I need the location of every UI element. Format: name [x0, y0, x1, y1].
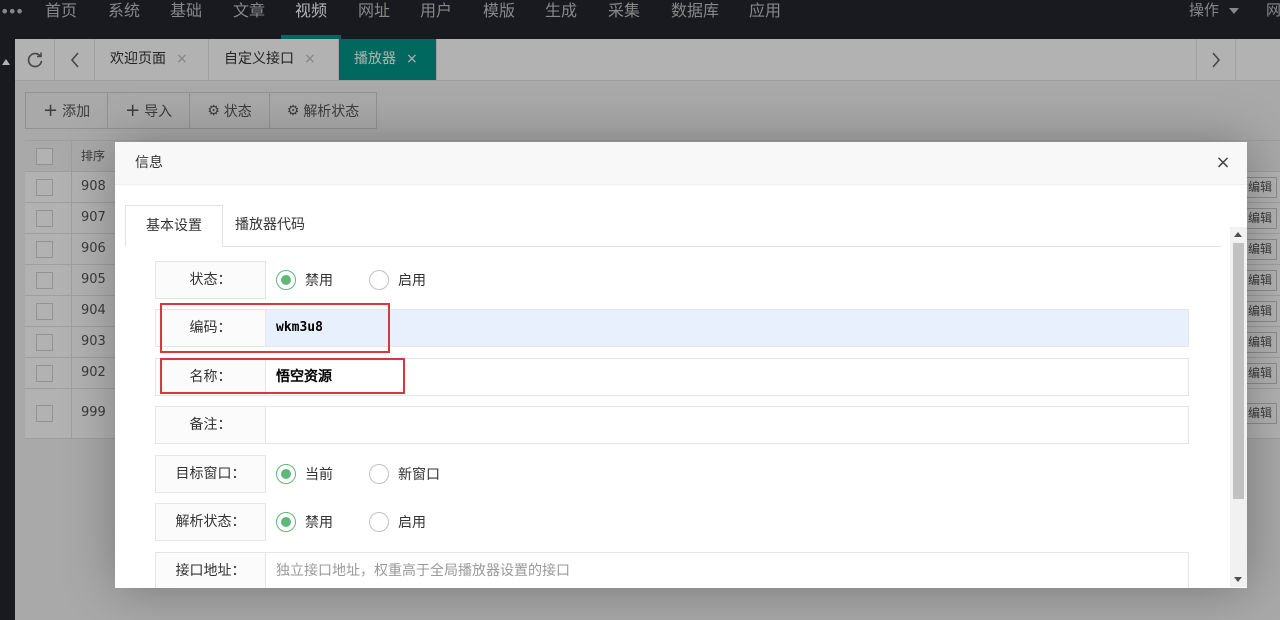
parse-option-enable[interactable]: 启用 — [369, 511, 426, 533]
tab-basic-settings[interactable]: 基本设置 — [125, 205, 223, 247]
parse-status-row: 解析状态： 禁用 启用 — [155, 503, 1189, 541]
api-url-row: 接口地址： 独立接口地址，权重高于全局播放器设置的接口 — [155, 552, 1189, 588]
note-label: 备注： — [155, 406, 266, 444]
target-option-new-window-label: 新窗口 — [398, 467, 440, 483]
dialog-body: 基本设置 播放器代码 状态： 禁用 启用 编码： wkm3u8 名称： 悟空资源… — [115, 185, 1247, 588]
radio-checked-icon — [276, 270, 296, 290]
dialog-title: 信息 — [135, 155, 163, 171]
dialog-tabs: 基本设置 播放器代码 — [125, 205, 1221, 247]
note-input[interactable] — [265, 406, 1189, 444]
target-option-current[interactable]: 当前 — [276, 463, 333, 485]
dialog-scrollbar[interactable] — [1230, 227, 1247, 587]
status-option-disable[interactable]: 禁用 — [276, 269, 333, 291]
close-icon[interactable]: × — [1213, 153, 1233, 173]
note-row: 备注： — [155, 406, 1189, 444]
status-option-enable-label: 启用 — [398, 273, 426, 289]
target-option-current-label: 当前 — [305, 467, 333, 483]
target-option-new-window[interactable]: 新窗口 — [369, 463, 440, 485]
target-window-row: 目标窗口： 当前 新窗口 — [155, 455, 1189, 493]
radio-unchecked-icon — [369, 270, 389, 290]
parse-option-disable-label: 禁用 — [305, 515, 333, 531]
scroll-down-icon[interactable] — [1234, 577, 1242, 582]
api-url-label: 接口地址： — [155, 552, 266, 588]
radio-unchecked-icon — [369, 512, 389, 532]
scroll-up-icon[interactable] — [1234, 232, 1242, 237]
api-url-input[interactable]: 独立接口地址，权重高于全局播放器设置的接口 — [265, 552, 1189, 588]
status-option-disable-label: 禁用 — [305, 273, 333, 289]
highlight-box-code — [160, 303, 390, 353]
parse-status-label: 解析状态： — [155, 503, 266, 541]
radio-unchecked-icon — [369, 464, 389, 484]
radio-checked-icon — [276, 464, 296, 484]
status-row: 状态： 禁用 启用 — [155, 261, 1189, 299]
target-window-label: 目标窗口： — [155, 455, 266, 493]
parse-option-enable-label: 启用 — [398, 515, 426, 531]
status-label: 状态： — [155, 261, 266, 299]
scrollbar-thumb[interactable] — [1233, 243, 1244, 499]
info-dialog: 信息 × 基本设置 播放器代码 状态： 禁用 启用 编码： wkm3u8 名称：… — [115, 142, 1247, 588]
parse-option-disable[interactable]: 禁用 — [276, 511, 333, 533]
dialog-header: 信息 × — [115, 142, 1247, 185]
radio-checked-icon — [276, 512, 296, 532]
highlight-box-name — [160, 358, 405, 394]
code-input[interactable]: wkm3u8 — [265, 309, 1189, 347]
tab-player-code[interactable]: 播放器代码 — [215, 205, 325, 247]
status-option-enable[interactable]: 启用 — [369, 269, 426, 291]
